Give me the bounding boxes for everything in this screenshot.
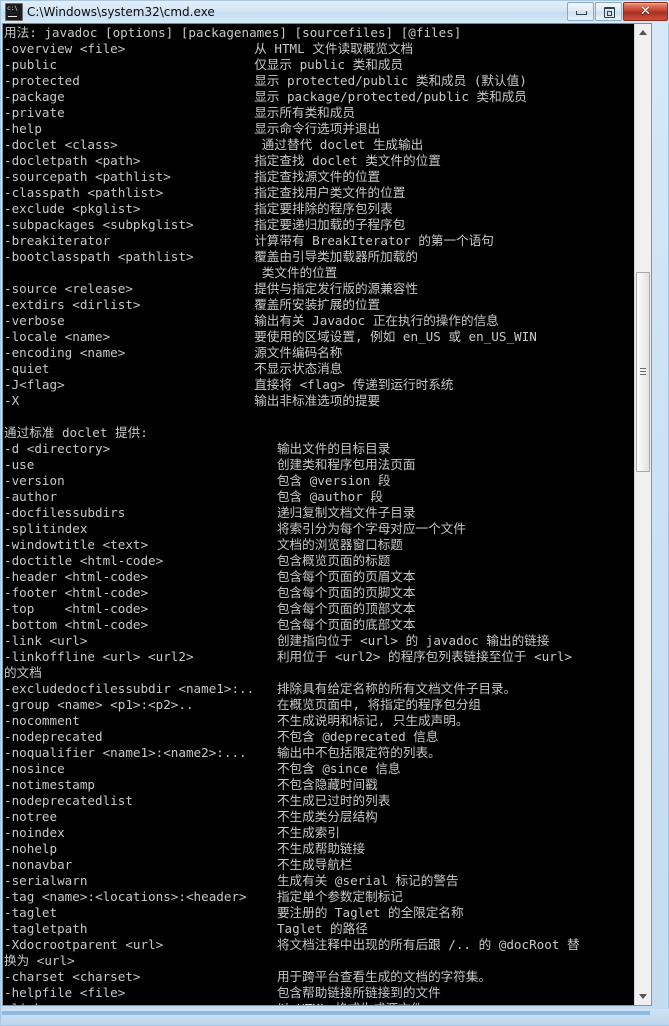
cmd-icon — [5, 3, 23, 21]
close-icon: ✕ — [640, 4, 651, 19]
window-controls: ✕ — [566, 2, 668, 21]
close-button[interactable]: ✕ — [623, 2, 668, 21]
title-bar[interactable]: C:\Windows\system32\cmd.exe ✕ — [1, 1, 669, 23]
scrollbar-thumb[interactable] — [636, 272, 650, 472]
chevron-up-icon — [639, 30, 647, 35]
taskbar-highlight — [2, 1011, 650, 1015]
javadoc-help-output: 用法: javadoc [options] [packagenames] [so… — [4, 25, 580, 1005]
console-text-area[interactable]: 用法: javadoc [options] [packagenames] [so… — [3, 24, 635, 1005]
minimize-icon — [576, 11, 587, 15]
scroll-up-button[interactable] — [635, 24, 651, 41]
maximize-icon — [604, 7, 615, 18]
minimize-button[interactable] — [567, 2, 594, 21]
vertical-scrollbar[interactable] — [634, 24, 651, 1005]
scroll-down-button[interactable] — [635, 988, 651, 1005]
window-title: C:\Windows\system32\cmd.exe — [27, 5, 215, 19]
chevron-down-icon — [639, 994, 647, 999]
window-bottom-edge — [2, 1009, 669, 1025]
console-client-area: 用法: javadoc [options] [packagenames] [so… — [2, 23, 652, 1006]
maximize-button[interactable] — [595, 2, 622, 21]
scrollbar-grip-icon — [640, 368, 646, 376]
cmd-window: C:\Windows\system32\cmd.exe ✕ 用法: javado… — [0, 0, 669, 1026]
